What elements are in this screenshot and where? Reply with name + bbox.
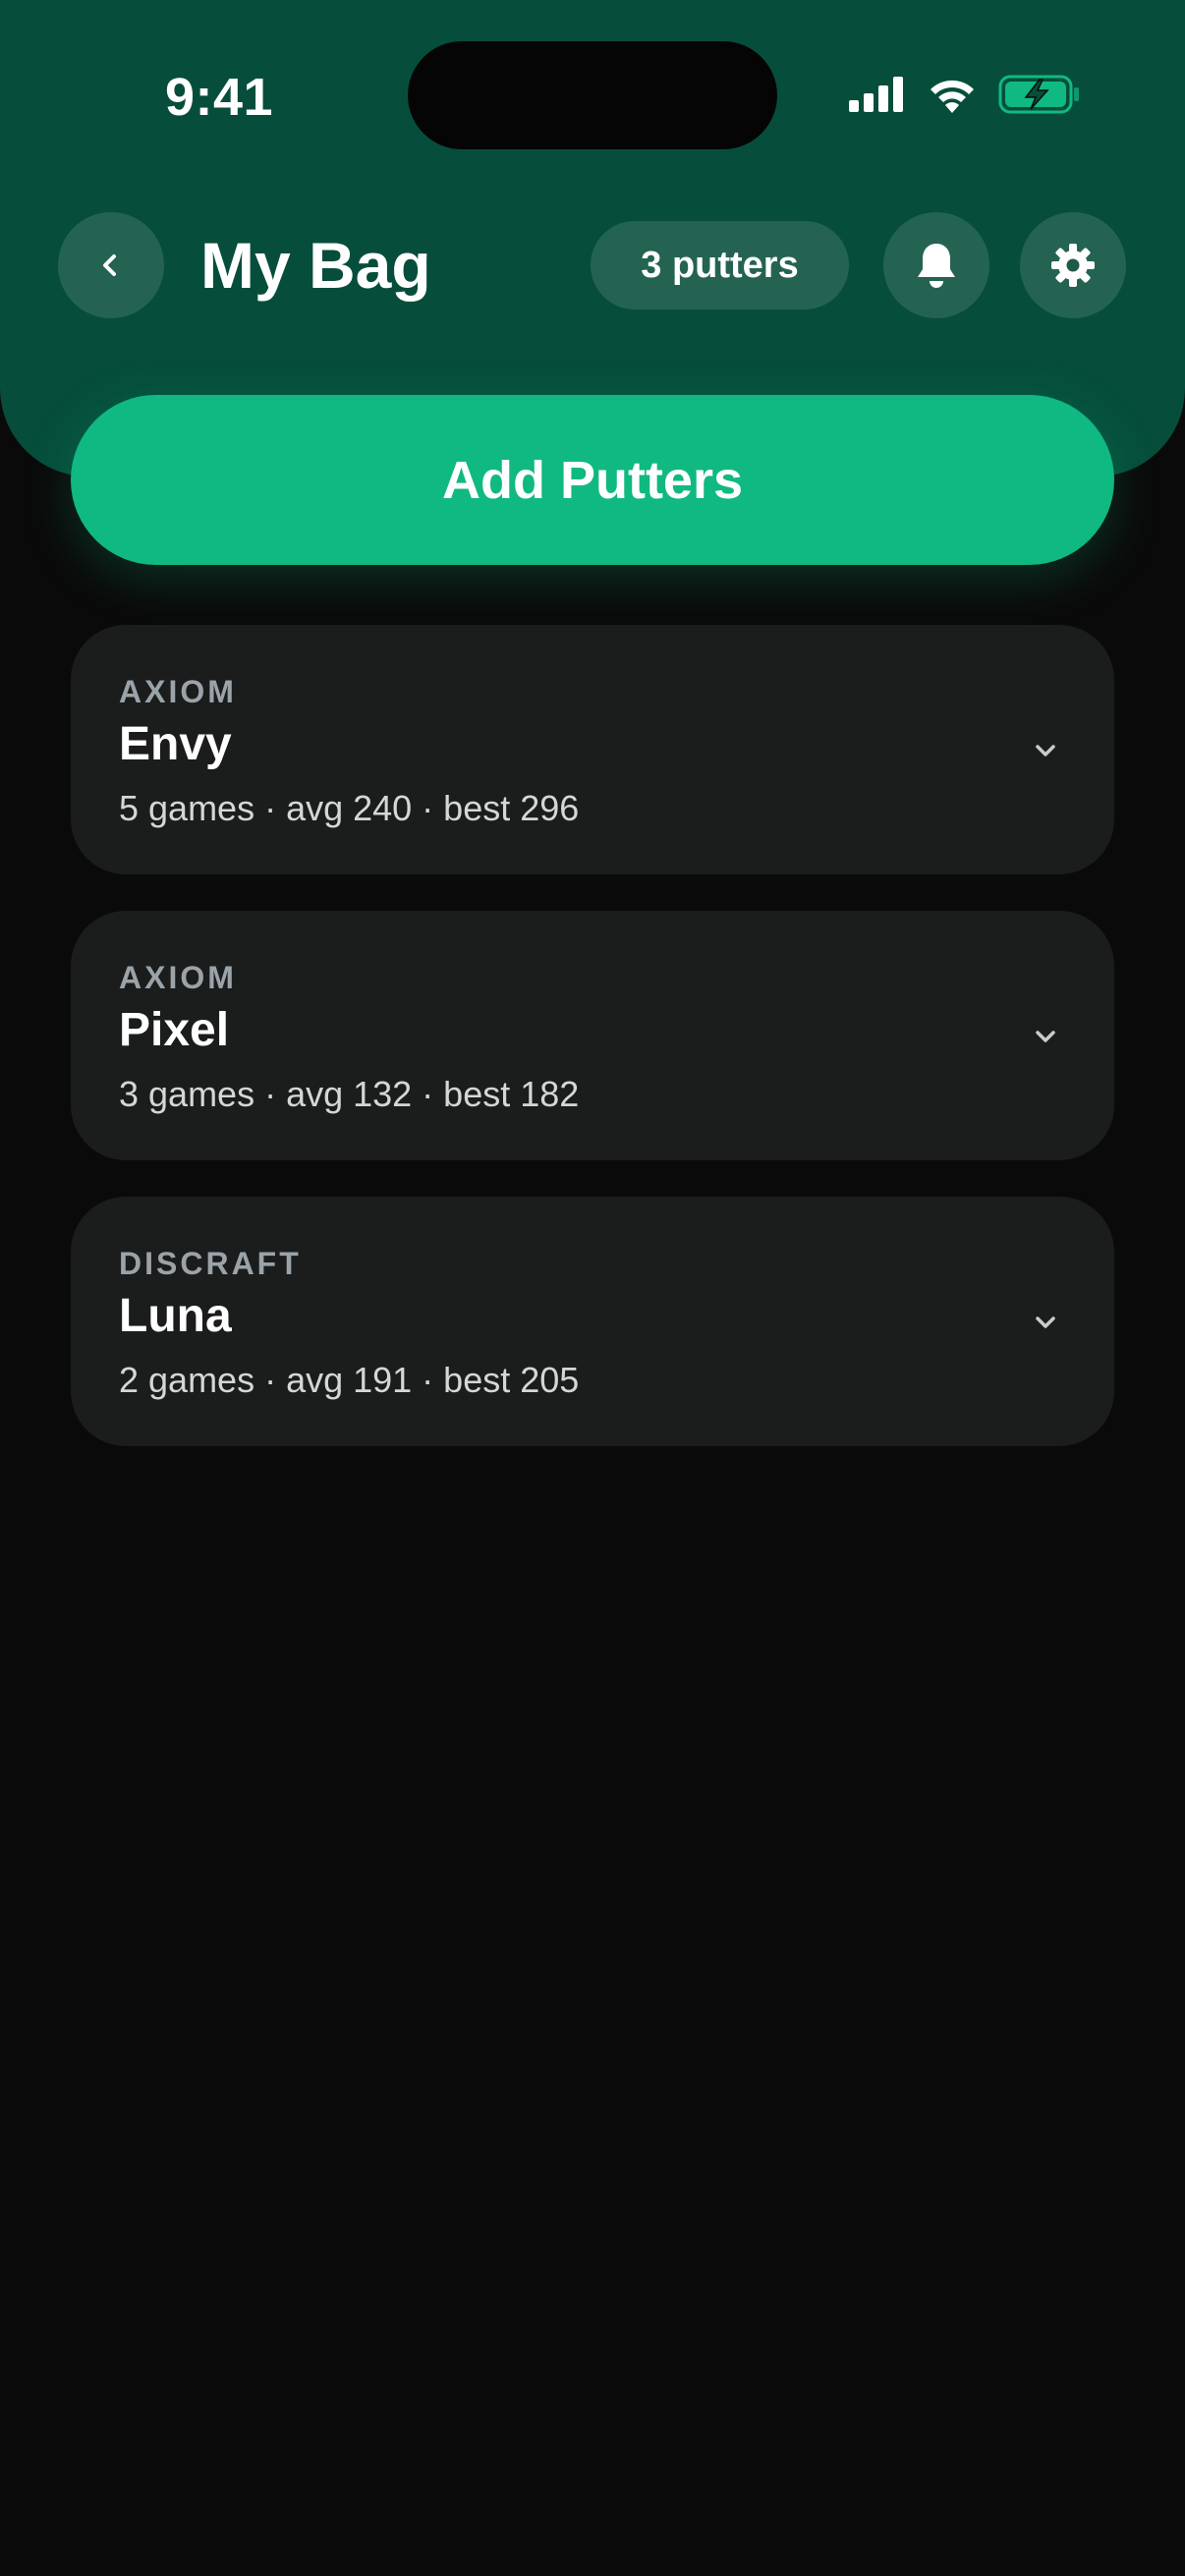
page-title: My Bag [200, 229, 431, 302]
wifi-icon [931, 80, 974, 113]
putter-stats: 3 games · avg 132 · best 182 [119, 1074, 580, 1114]
notifications-button[interactable] [883, 212, 989, 318]
dynamic-island [408, 41, 777, 149]
battery-charging-icon [998, 75, 1079, 114]
putter-name: Luna [119, 1290, 232, 1342]
gear-icon [1051, 244, 1095, 287]
chevron-left-icon [103, 254, 116, 276]
putter-card[interactable]: AXIOM Envy 5 games · avg 240 · best 296 [71, 625, 1114, 874]
putter-brand: AXIOM [119, 960, 237, 995]
putter-card[interactable]: AXIOM Pixel 3 games · avg 132 · best 182 [71, 911, 1114, 1160]
putter-stats: 2 games · avg 191 · best 205 [119, 1360, 580, 1400]
putter-name: Envy [119, 718, 232, 770]
status-time: 9:41 [165, 68, 274, 127]
chevron-down-icon[interactable] [1026, 1303, 1065, 1342]
chevron-down-icon[interactable] [1026, 731, 1065, 770]
settings-button[interactable] [1020, 212, 1126, 318]
status-icons [849, 75, 1081, 114]
putter-brand: DISCRAFT [119, 1246, 302, 1281]
add-putters-button[interactable]: Add Putters [71, 395, 1114, 565]
putter-count-badge: 3 putters [591, 221, 849, 309]
putter-card[interactable]: DISCRAFT Luna 2 games · avg 191 · best 2… [71, 1197, 1114, 1446]
back-button[interactable] [58, 212, 164, 318]
bell-icon [918, 244, 955, 288]
putter-brand: AXIOM [119, 674, 237, 709]
chevron-down-icon[interactable] [1026, 1017, 1065, 1056]
cellular-signal-icon [849, 77, 903, 112]
status-bar: 9:41 [0, 0, 1185, 196]
top-navigation: My Bag 3 putters [0, 212, 1185, 318]
putter-name: Pixel [119, 1004, 230, 1056]
putter-stats: 5 games · avg 240 · best 296 [119, 788, 580, 828]
